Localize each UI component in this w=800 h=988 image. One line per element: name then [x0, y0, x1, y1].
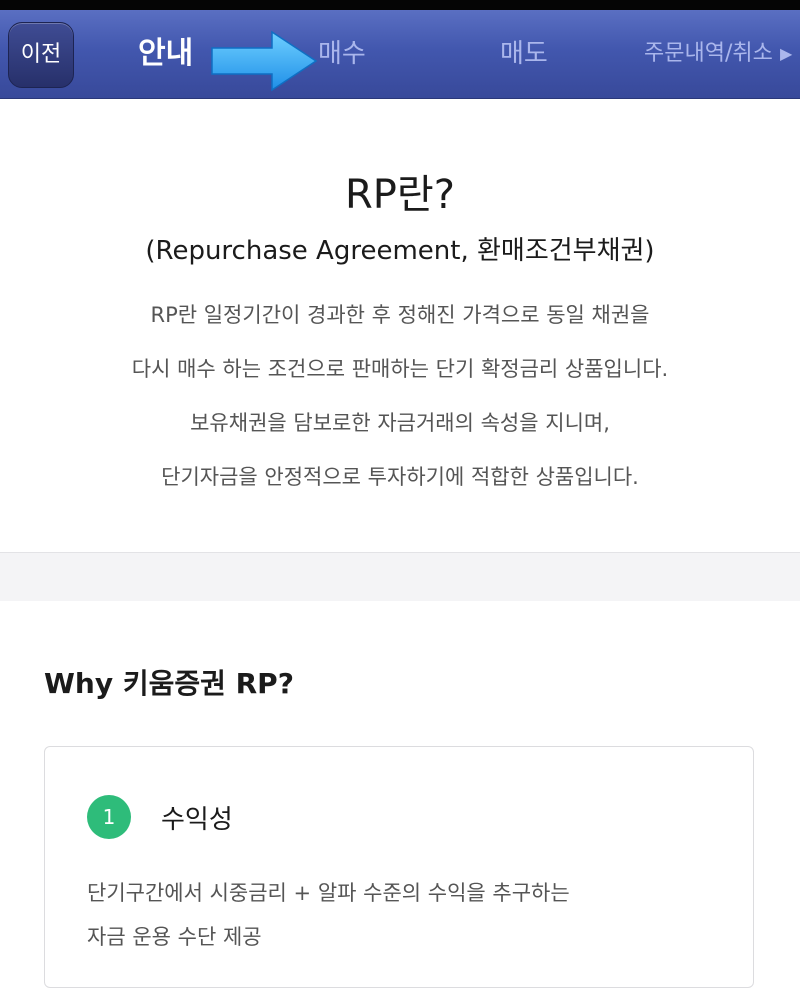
arrow-shape	[211, 30, 318, 92]
intro-subtitle: (Repurchase Agreement, 환매조건부채권)	[145, 236, 655, 266]
tab-info[interactable]: 안내	[138, 34, 193, 74]
intro-line: 다시 매수 하는 조건으로 판매하는 단기 확정금리 상품입니다.	[131, 357, 669, 381]
intro-line: 보유채권을 담보로한 자금거래의 속성을 지니며,	[190, 411, 610, 435]
benefit-title: 수익성	[161, 805, 233, 835]
benefit-line: 자금 운용 수단 제공	[87, 925, 262, 949]
back-button[interactable]: 이전	[8, 22, 74, 88]
benefit-card-profitability: 1 수익성 단기구간에서 시중금리 + 알파 수준의 수익을 추구하는 자금 운…	[44, 746, 754, 988]
intro-title: RP란?	[345, 172, 455, 218]
intro-description: RP란 일정기간이 경과한 후 정해진 가격으로 동일 채권을 다시 매수 하는…	[0, 288, 800, 504]
tab-sell[interactable]: 매도	[500, 34, 548, 74]
number-badge: 1	[87, 795, 131, 839]
status-bar	[0, 0, 800, 10]
section-divider	[0, 552, 800, 601]
more-tabs-arrow-icon[interactable]: ▶	[780, 44, 792, 63]
tab-buy[interactable]: 매수	[318, 34, 366, 74]
blue-arrow-icon	[211, 30, 318, 92]
intro-line: 단기자금을 안정적으로 투자하기에 적합한 상품입니다.	[161, 465, 639, 489]
top-navigation-bar: 이전 안내 매수 매도 주문내역/취소 ▶	[0, 10, 800, 99]
why-section-title: Why 키움증권 RP?	[44, 667, 294, 700]
benefit-description: 단기구간에서 시중금리 + 알파 수준의 수익을 추구하는 자금 운용 수단 제…	[87, 871, 727, 959]
benefit-line: 단기구간에서 시중금리 + 알파 수준의 수익을 추구하는	[87, 881, 570, 905]
rp-intro-section: RP란? (Repurchase Agreement, 환매조건부채권) RP란…	[0, 100, 800, 552]
tab-order-history-cancel[interactable]: 주문내역/취소	[644, 34, 773, 74]
intro-line: RP란 일정기간이 경과한 후 정해진 가격으로 동일 채권을	[150, 303, 650, 327]
